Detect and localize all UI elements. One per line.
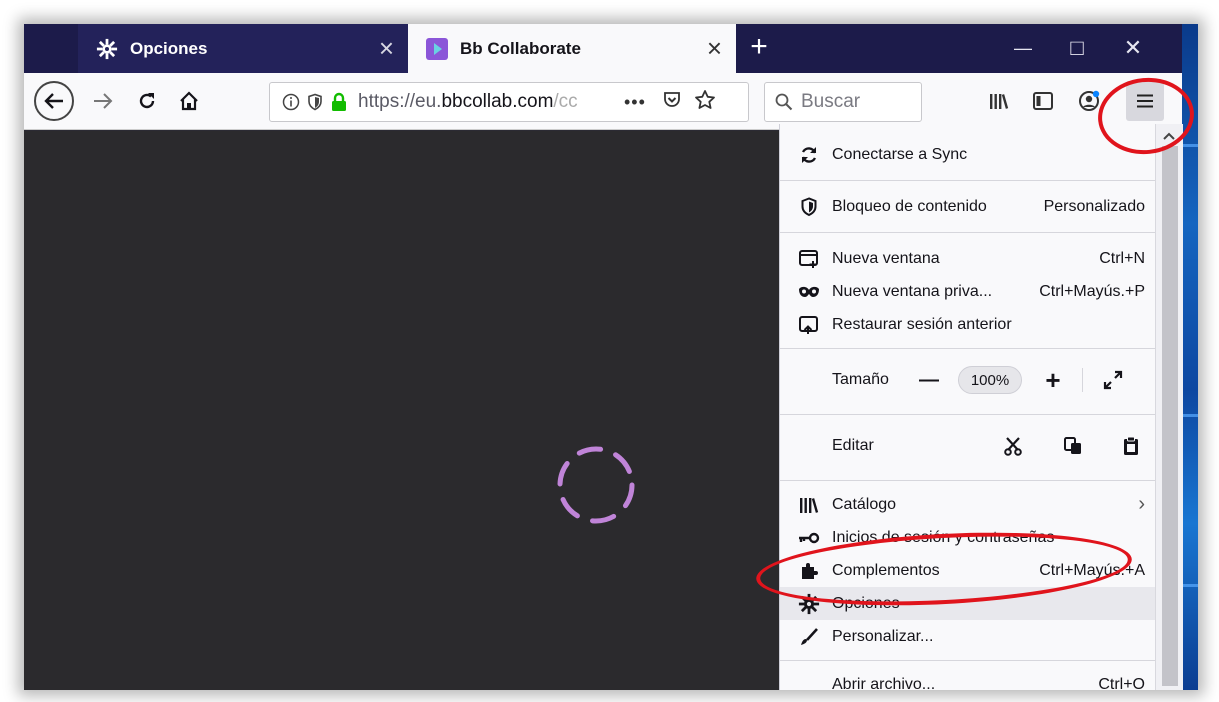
reload-icon <box>139 93 155 109</box>
tab-strip: Opciones × Bb Collaborate × + — □ ✕ <box>24 24 1182 73</box>
url-text: https://eu.bbcollab.com/cc <box>358 91 578 112</box>
library-icon <box>796 495 822 515</box>
menu-item-customize[interactable]: Personalizar... <box>780 620 1155 653</box>
search-bar[interactable]: Buscar <box>764 82 922 122</box>
menu-separator <box>780 348 1155 349</box>
menu-item-content-blocking[interactable]: Bloqueo de contenido Personalizado <box>780 190 1155 223</box>
menu-item-private-window[interactable]: Nueva ventana priva... Ctrl+Mayús.+P <box>780 275 1155 308</box>
shield-icon[interactable] <box>306 93 324 111</box>
tab-opciones[interactable]: Opciones × <box>78 24 408 73</box>
reload-button[interactable] <box>130 82 164 120</box>
new-tab-button[interactable]: + <box>744 30 774 66</box>
bb-collaborate-icon <box>426 37 448 60</box>
library-button[interactable] <box>982 82 1016 120</box>
paste-icon[interactable] <box>1118 426 1144 466</box>
scrollbar-thumb[interactable] <box>1162 146 1178 686</box>
zoom-label: Tamaño <box>832 371 889 388</box>
tab-bb-collaborate[interactable]: Bb Collaborate × <box>408 24 736 73</box>
menu-item-restore-session[interactable]: Restaurar sesión anterior <box>780 308 1155 341</box>
fullscreen-button[interactable] <box>1096 360 1130 400</box>
private-mask-icon <box>796 285 822 299</box>
search-placeholder: Buscar <box>801 91 861 112</box>
account-icon <box>1079 90 1100 111</box>
zoom-in-button[interactable]: + <box>1038 360 1068 400</box>
menu-separator <box>780 414 1155 415</box>
menu-separator <box>780 480 1155 481</box>
close-tab-icon[interactable]: × <box>379 35 394 61</box>
menu-separator <box>780 660 1155 661</box>
sidebar-button[interactable] <box>1026 82 1060 120</box>
chevron-right-icon: › <box>1138 493 1145 515</box>
menu-item-new-window[interactable]: Nueva ventana Ctrl+N <box>780 242 1155 275</box>
menu-separator <box>780 180 1155 181</box>
sync-icon <box>796 145 822 165</box>
page-actions-button[interactable]: ••• <box>624 92 646 113</box>
zoom-reset-button[interactable]: 100% <box>958 366 1022 394</box>
menu-item-library[interactable]: Catálogo › <box>780 488 1155 521</box>
loading-spinner-icon <box>557 446 635 524</box>
fullscreen-icon <box>1103 370 1123 390</box>
library-icon <box>990 94 1009 109</box>
navigation-toolbar: https://eu.bbcollab.com/cc ••• Buscar <box>24 73 1182 130</box>
edit-label: Editar <box>832 437 874 454</box>
home-icon <box>180 91 198 111</box>
back-button[interactable] <box>34 81 74 121</box>
arrow-right-icon <box>94 93 113 109</box>
new-window-icon <box>796 249 822 269</box>
pocket-icon[interactable] <box>662 90 682 115</box>
zoom-out-button[interactable]: — <box>914 360 944 400</box>
gear-icon <box>96 38 118 60</box>
browser-screenshot: Opciones × Bb Collaborate × + — □ ✕ http… <box>24 24 1198 690</box>
info-icon[interactable] <box>282 93 300 111</box>
minimize-button[interactable]: — <box>1000 28 1046 68</box>
home-button[interactable] <box>172 82 206 120</box>
menu-zoom-row: Tamaño — 100% + <box>780 360 1155 400</box>
menu-edit-row: Editar <box>780 426 1155 466</box>
close-window-button[interactable]: ✕ <box>1110 28 1156 68</box>
lock-icon[interactable] <box>330 92 348 112</box>
app-menu-panel: Conectarse a Sync Bloqueo de contenido P… <box>779 124 1183 691</box>
content-blocking-status: Personalizado <box>1043 197 1145 215</box>
menu-scrollbar[interactable] <box>1155 124 1183 690</box>
maximize-button[interactable]: □ <box>1054 28 1100 68</box>
menu-item-sync[interactable]: Conectarse a Sync <box>780 138 1155 171</box>
paintbrush-icon <box>796 627 822 647</box>
menu-item-open-file[interactable]: Abrir archivo... Ctrl+O <box>780 668 1155 691</box>
search-icon <box>775 93 793 111</box>
key-icon <box>796 532 822 544</box>
arrow-left-icon <box>44 93 63 109</box>
sidebar-icon <box>1033 92 1053 110</box>
shield-icon <box>796 196 822 217</box>
forward-button[interactable] <box>86 82 120 120</box>
bookmark-star-icon[interactable] <box>694 89 716 116</box>
page-content <box>24 131 779 690</box>
copy-icon[interactable] <box>1060 426 1086 466</box>
menu-separator <box>780 232 1155 233</box>
url-bar[interactable]: https://eu.bbcollab.com/cc ••• <box>269 82 749 122</box>
tab-label: Opciones <box>130 38 208 58</box>
cut-icon[interactable] <box>1000 426 1026 466</box>
close-tab-icon[interactable]: × <box>707 35 722 61</box>
tab-label: Bb Collaborate <box>460 38 581 58</box>
restore-session-icon <box>796 315 822 335</box>
